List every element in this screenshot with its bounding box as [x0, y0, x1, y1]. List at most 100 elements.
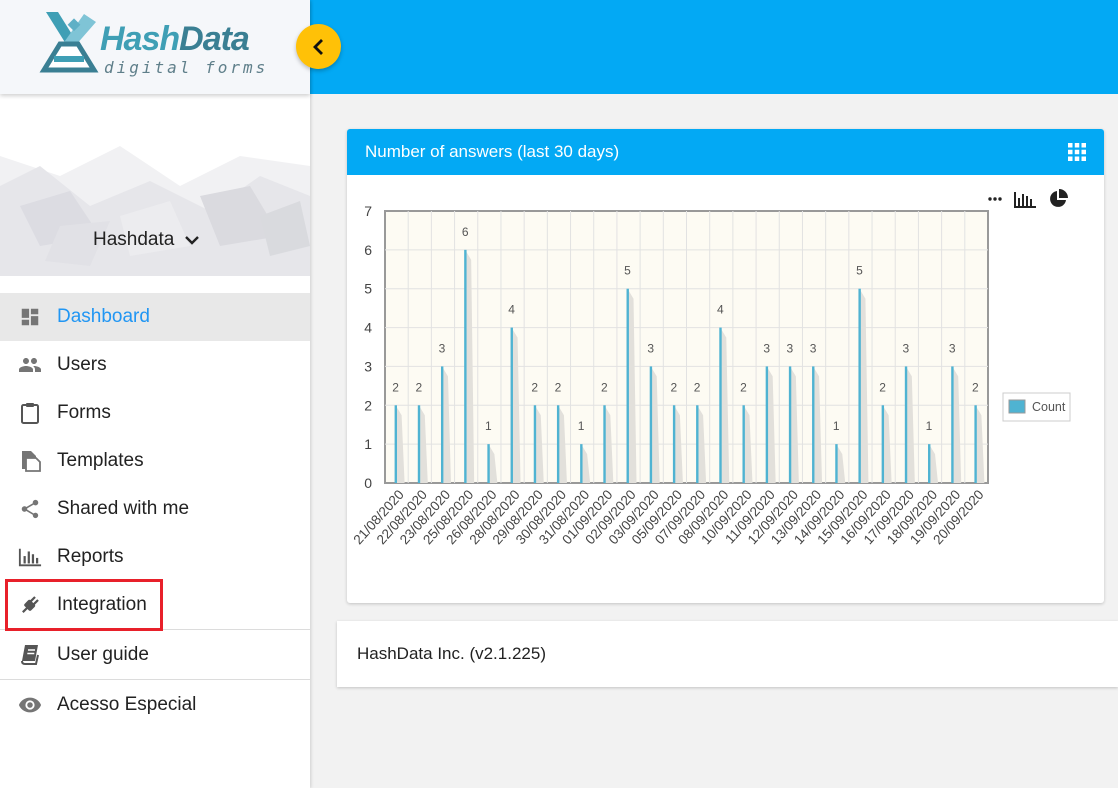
bar-data-label: 3: [647, 341, 654, 355]
bar: [556, 405, 560, 483]
bar-data-label: 2: [671, 380, 678, 394]
clipboard-icon: [18, 401, 42, 425]
sidebar-item-special-access[interactable]: Acesso Especial: [0, 679, 310, 729]
sidebar: HashData digital forms Hashdata Dashboar…: [0, 0, 310, 788]
bar-data-label: 1: [578, 419, 585, 433]
eye-icon: [18, 693, 42, 717]
y-tick-label: 4: [364, 320, 372, 336]
bar-data-label: 1: [485, 419, 492, 433]
version-text: HashData Inc. (v2.1.225): [357, 644, 546, 663]
chevron-left-icon: [312, 38, 323, 55]
bar: [742, 405, 745, 483]
logo-mark-icon: [39, 12, 99, 73]
bar-data-label: 4: [717, 303, 724, 317]
bar: [533, 405, 537, 483]
bar-data-label: 3: [439, 341, 446, 355]
users-icon: [18, 353, 42, 377]
bar: [649, 366, 653, 483]
bar-data-label: 2: [601, 380, 608, 394]
y-tick-label: 3: [364, 358, 372, 374]
bar: [974, 405, 977, 483]
bar-chart-icon: [18, 545, 42, 569]
bar-data-label: 2: [392, 380, 399, 394]
bar: [719, 327, 722, 483]
sidebar-item-users[interactable]: Users: [0, 341, 310, 389]
sidebar-item-forms[interactable]: Forms: [0, 389, 310, 437]
bar: [440, 366, 444, 483]
sidebar-item-shared[interactable]: Shared with me: [0, 485, 310, 533]
logo-tagline: digital forms: [104, 58, 269, 77]
footer-card: HashData Inc. (v2.1.225): [337, 621, 1118, 687]
bar: [580, 444, 583, 483]
bar-data-label: 3: [902, 341, 909, 355]
collapse-sidebar-button[interactable]: [296, 24, 341, 69]
bar-data-label: 2: [415, 380, 422, 394]
sidebar-item-user-guide[interactable]: User guide: [0, 629, 310, 679]
bar-data-label: 5: [856, 264, 863, 278]
bar: [904, 366, 908, 483]
bar: [928, 444, 931, 483]
bar: [603, 405, 606, 483]
plug-icon: [18, 593, 42, 617]
sidebar-nav: Dashboard Users Forms Templates Shared w…: [0, 293, 310, 729]
share-icon: [18, 497, 42, 521]
y-tick-label: 2: [364, 397, 372, 413]
user-name: Hashdata: [93, 229, 175, 250]
card-title: Number of answers (last 30 days): [365, 142, 620, 161]
bar-data-label: 2: [531, 380, 538, 394]
bar-data-label: 1: [833, 419, 840, 433]
sidebar-item-label: Shared with me: [57, 498, 190, 519]
bar-data-label: 2: [879, 380, 886, 394]
sidebar-item-label: Acesso Especial: [57, 693, 197, 715]
bar: [835, 444, 838, 483]
top-app-bar: [310, 0, 1118, 94]
bar: [788, 366, 792, 483]
user-menu[interactable]: Hashdata: [93, 229, 200, 251]
y-tick-label: 0: [364, 475, 372, 491]
sidebar-item-label: Integration: [57, 594, 147, 615]
bar-data-label: 3: [763, 341, 770, 355]
sidebar-item-templates[interactable]: Templates: [0, 437, 310, 485]
card-header: Number of answers (last 30 days): [347, 129, 1104, 175]
bar: [858, 288, 861, 483]
bar: [626, 288, 629, 483]
bar: [765, 366, 769, 483]
bar: [812, 366, 815, 483]
bar: [464, 249, 467, 483]
apps-grid-icon[interactable]: [1068, 143, 1086, 161]
sidebar-item-reports[interactable]: Reports: [0, 533, 310, 581]
sidebar-item-dashboard[interactable]: Dashboard: [0, 293, 310, 341]
user-profile-area: Hashdata: [0, 96, 310, 276]
bar-data-label: 2: [555, 380, 562, 394]
bar: [951, 366, 954, 483]
logo[interactable]: HashData digital forms: [0, 0, 310, 94]
bar-data-label: 2: [740, 380, 747, 394]
bar-data-label: 3: [810, 341, 817, 355]
bar: [394, 405, 397, 483]
y-tick-label: 5: [364, 281, 372, 297]
logo-brand: HashData: [100, 20, 250, 58]
chevron-down-icon: [185, 236, 200, 245]
answers-bar-chart: 012345672 236142 212532 2423 3 3152313221/08/…: [350, 203, 1071, 547]
bar: [672, 405, 676, 483]
bar: [696, 405, 699, 483]
sidebar-item-label: User guide: [57, 643, 149, 665]
bar: [510, 327, 513, 483]
book-icon: [18, 643, 42, 667]
bar: [881, 405, 885, 483]
bar-data-label: 2: [972, 380, 979, 394]
bar-data-label: 2: [694, 380, 701, 394]
sidebar-item-label: Reports: [57, 546, 124, 567]
bar: [487, 444, 490, 483]
sidebar-item-label: Templates: [57, 450, 144, 471]
bar-data-label: 1: [926, 419, 933, 433]
sidebar-item-label: Users: [57, 354, 107, 375]
legend-swatch: [1008, 399, 1026, 414]
y-tick-label: 6: [364, 242, 372, 258]
legend-label: Count: [1032, 400, 1066, 414]
sidebar-item-integration[interactable]: Integration: [0, 581, 310, 629]
bar-data-label: 5: [624, 264, 631, 278]
bar-data-label: 6: [462, 225, 469, 239]
answers-chart-card: Number of answers (last 30 days) 0 1 2 3 4 5 6…: [347, 129, 1104, 603]
bar-data-label: 3: [787, 341, 794, 355]
